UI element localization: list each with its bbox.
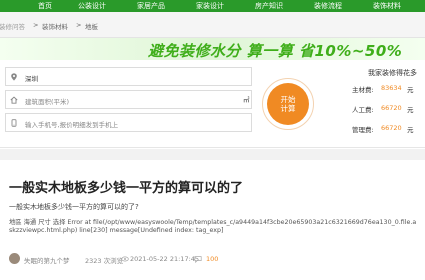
comment-icon — [194, 256, 202, 263]
location-icon — [11, 73, 17, 81]
error-message: 地區 海通 尺寸 选择 Error at file(/opt/www/easys… — [9, 219, 417, 234]
top-nav: 首页 公装设计 家居产品 家装设计 房产知识 装修流程 装饰材料 — [0, 0, 425, 12]
page-title: 一般实木地板多少钱一平方的算可以的了 — [9, 181, 244, 196]
result-row-materials: 主材费: 83634 元 — [330, 83, 425, 95]
breadcrumb-qa[interactable]: 装修问答 — [0, 21, 25, 31]
nav-renovation-process[interactable]: 装修流程 — [314, 0, 342, 12]
nav-home-design[interactable]: 家装设计 — [196, 0, 224, 12]
phone-field[interactable]: 输入手机号,报价明细发到手机上 — [5, 113, 252, 132]
phone-icon — [11, 119, 17, 127]
result-unit: 元 — [407, 126, 414, 134]
breadcrumb-sep: > — [76, 21, 82, 29]
calculate-button[interactable]: 开始 计算 — [262, 78, 314, 130]
result-title: 我家装修得花多 — [368, 69, 417, 77]
eye-icon — [121, 256, 129, 262]
breadcrumb-floor[interactable]: 地板 — [85, 21, 98, 31]
post-date: 2021-05-22 21:17:45 — [130, 255, 200, 263]
nav-property-knowledge[interactable]: 房产知识 — [255, 0, 283, 12]
calculator-slogan: 避免装修水分 算一算 省10%~50% — [148, 42, 403, 60]
result-label: 管理费: — [352, 126, 374, 134]
area-field[interactable]: 建筑面积(平米) — [5, 90, 252, 109]
result-label: 主材费: — [352, 86, 374, 94]
breadcrumb-materials[interactable]: 装饰材料 — [42, 21, 68, 31]
result-label: 人工费: — [352, 106, 374, 114]
answer-count[interactable]: 100 — [206, 255, 218, 263]
result-value: 83634 — [381, 84, 402, 92]
question-article: 一般实木地板多少钱一平方的算可以的了 一般实木地板多少钱一平方的算可以的了? 地… — [0, 160, 425, 280]
result-value: 66720 — [381, 124, 402, 132]
city-select[interactable]: 深圳 — [5, 67, 252, 86]
nav-home[interactable]: 首页 — [38, 0, 52, 12]
result-value: 66720 — [381, 104, 402, 112]
result-row-labor: 人工费: 66720 元 — [330, 103, 425, 115]
calculate-button-label: 开始 计算 — [267, 83, 309, 125]
article-meta: 失眠的第九个梦 2323 次浏览 2021-05-22 21:17:45 答 1… — [9, 253, 419, 267]
question-text: 一般实木地板多少钱一平方的算可以的了? — [9, 203, 139, 211]
home-icon — [10, 96, 18, 104]
view-count: 2323 次浏览 — [85, 257, 124, 265]
nav-commercial-design[interactable]: 公装设计 — [78, 0, 106, 12]
breadcrumb: 装修问答 > 装饰材料 > 地板 — [0, 12, 425, 38]
section-divider — [0, 149, 425, 160]
phone-placeholder: 输入手机号,报价明细发到手机上 — [25, 121, 119, 129]
breadcrumb-sep: > — [33, 21, 39, 29]
author-name[interactable]: 失眠的第九个梦 — [24, 255, 70, 265]
calculator-banner: 避免装修水分 算一算 省10%~50% — [0, 38, 425, 60]
result-unit: 元 — [407, 86, 414, 94]
nav-materials[interactable]: 装饰材料 — [373, 0, 401, 12]
result-panel: 我家装修得花多 主材费: 83634 元 人工费: 66720 元 管理费: 6… — [330, 60, 425, 148]
avatar[interactable] — [9, 253, 20, 264]
cost-calculator: 避免装修水分 算一算 省10%~50% 深圳 建筑面积(平米) ㎡ 输入手机号,… — [0, 38, 425, 148]
area-unit: ㎡ — [243, 96, 250, 104]
area-placeholder: 建筑面积(平米) — [25, 98, 70, 106]
result-unit: 元 — [407, 106, 414, 114]
city-value: 深圳 — [25, 75, 38, 83]
result-row-management: 管理费: 66720 元 — [330, 123, 425, 135]
nav-home-products[interactable]: 家居产品 — [137, 0, 165, 12]
